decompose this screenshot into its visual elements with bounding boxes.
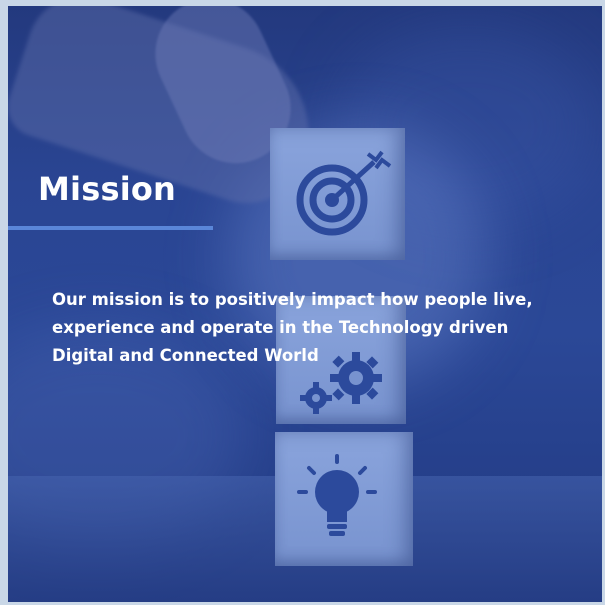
slide-frame: Mission Our mission is to positively imp… <box>0 0 605 605</box>
page-title: Mission <box>38 170 177 208</box>
target-icon <box>296 150 392 236</box>
target-cube <box>270 128 405 260</box>
title-underline <box>8 226 213 230</box>
lightbulb-cube <box>275 432 413 566</box>
mission-statement: Our mission is to positively impact how … <box>52 290 533 365</box>
lightbulb-icon <box>297 454 377 536</box>
